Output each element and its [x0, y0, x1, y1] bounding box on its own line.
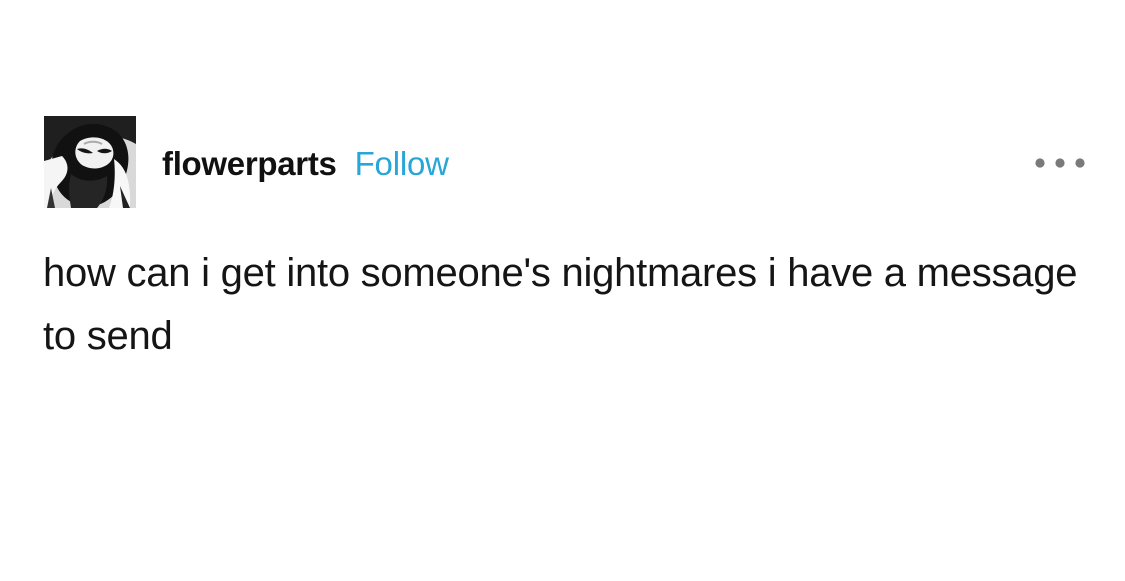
username-link[interactable]: flowerparts: [162, 140, 337, 188]
profile-photo-icon: [44, 116, 136, 208]
tumblr-post-card: flowerparts Follow how can i get into so…: [0, 0, 1125, 581]
post-body-text: how can i get into someone's nightmares …: [43, 251, 1078, 358]
follow-button[interactable]: Follow: [355, 140, 449, 188]
more-options-icon: [1035, 158, 1085, 168]
post-header: flowerparts Follow: [162, 140, 449, 188]
more-options-button[interactable]: [1030, 146, 1090, 180]
avatar[interactable]: [44, 116, 136, 208]
